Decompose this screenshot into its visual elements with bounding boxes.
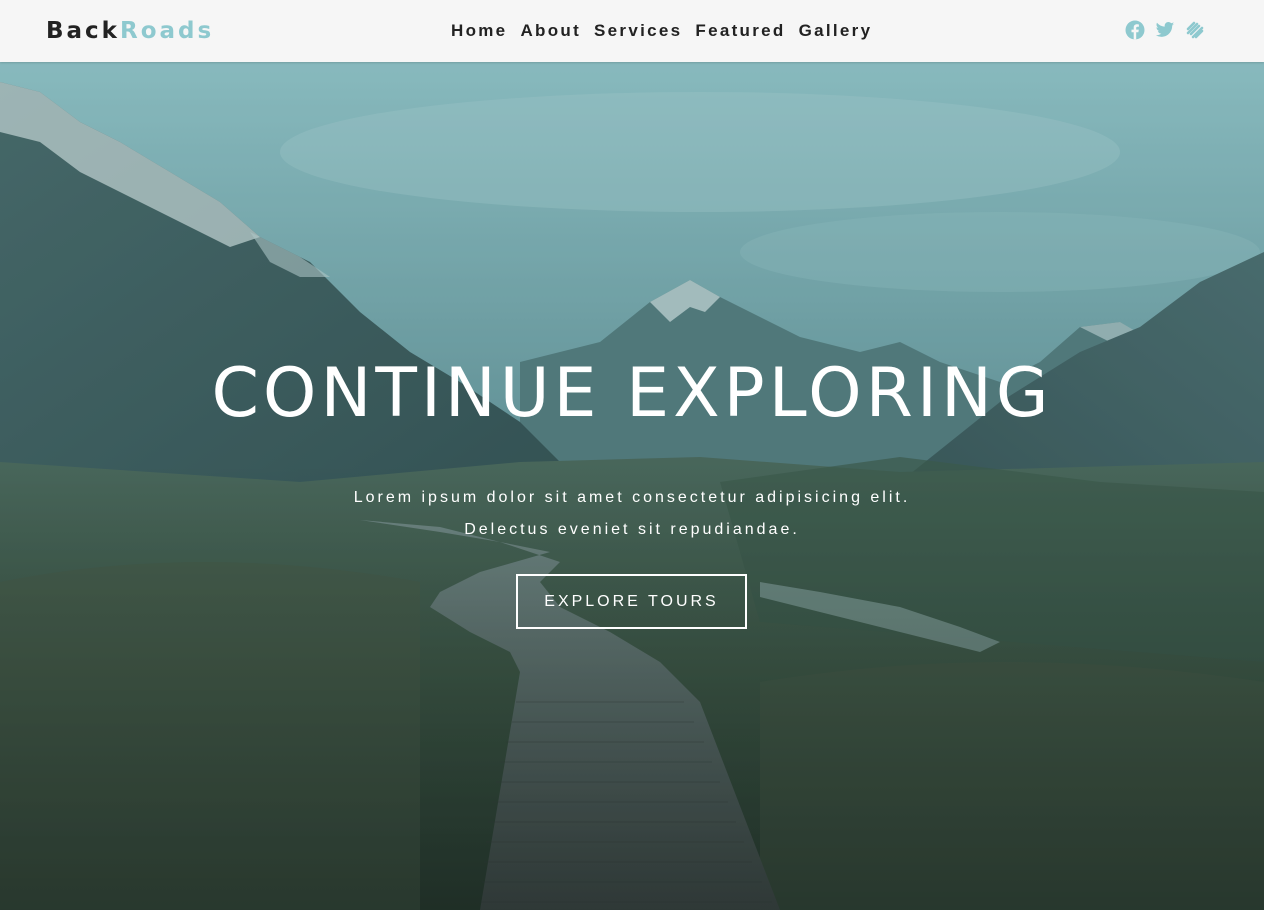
hero-title: CONTINUE EXPLORING (211, 354, 1053, 433)
hero-section: CONTINUE EXPLORING Lorem ipsum dolor sit… (0, 62, 1264, 910)
hero-description: Lorem ipsum dolor sit amet consectetur a… (0, 482, 1264, 546)
brand-logo-part2: Roads (119, 18, 215, 44)
facebook-icon[interactable] (1125, 20, 1145, 40)
navbar: BackRoads Home About Services Featured G… (0, 0, 1264, 62)
hero-description-line-1: Lorem ipsum dolor sit amet consectetur a… (353, 489, 911, 506)
brand-logo[interactable]: BackRoads (46, 16, 214, 46)
twitter-icon[interactable] (1155, 20, 1175, 40)
brand-logo-part1: Back (46, 18, 120, 44)
social-links (1125, 20, 1205, 40)
hero-description-line-2: Delectus eveniet sit repudiandae. (464, 521, 800, 538)
squarespace-icon[interactable] (1185, 20, 1205, 40)
nav-links: Home About Services Featured Gallery (451, 20, 872, 42)
nav-link-services[interactable]: Services (594, 20, 682, 42)
explore-tours-button[interactable]: EXPLORE TOURS (516, 574, 747, 629)
nav-link-featured[interactable]: Featured (695, 20, 785, 42)
nav-link-home[interactable]: Home (451, 20, 507, 42)
nav-link-about[interactable]: About (520, 20, 581, 42)
nav-link-gallery[interactable]: Gallery (799, 20, 873, 42)
